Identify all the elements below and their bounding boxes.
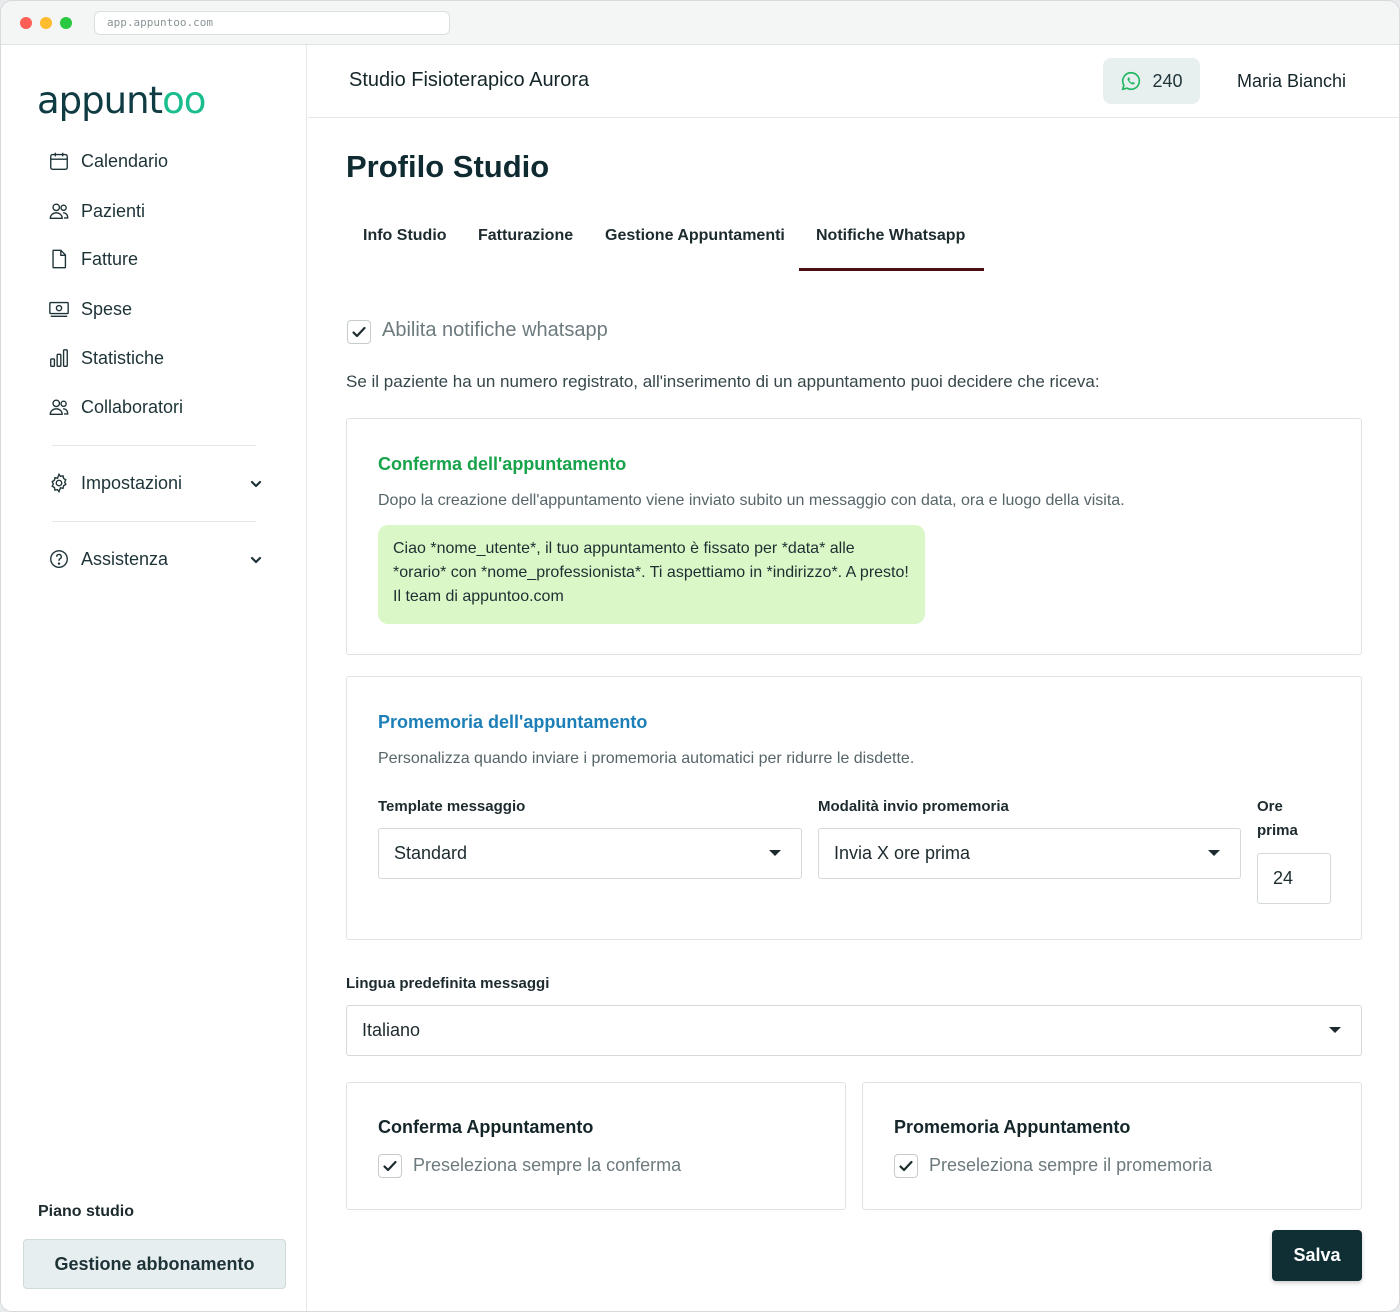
close-window-button[interactable]: [20, 17, 32, 29]
checkmark-icon: [383, 1160, 397, 1172]
sidebar-item-label: Collaboratori: [81, 396, 184, 417]
intro-text: Se il paziente ha un numero registrato, …: [346, 372, 1100, 391]
credits-count: 240: [1152, 70, 1183, 91]
manage-subscription-button[interactable]: Gestione abbonamento: [23, 1239, 286, 1289]
calendar-icon: [50, 152, 68, 170]
logo-text: appunt: [37, 79, 163, 122]
help-circle-icon: [50, 550, 68, 568]
save-button[interactable]: Salva: [1272, 1230, 1362, 1281]
sidebar-item-pazienti[interactable]: Pazienti: [48, 196, 145, 226]
template-select[interactable]: Standard: [378, 828, 802, 879]
caret-down-icon: [1208, 850, 1220, 856]
sidebar-item-fatture[interactable]: Fatture: [48, 244, 138, 274]
enable-whatsapp-checkbox[interactable]: [347, 320, 371, 344]
whatsapp-icon: [1122, 71, 1141, 91]
caret-down-icon: [769, 850, 781, 856]
confirm-default-card: Conferma Appuntamento Preseleziona sempr…: [346, 1082, 846, 1210]
document-icon: [52, 249, 67, 269]
template-select-value: Standard: [394, 843, 468, 863]
users-icon: [49, 399, 69, 416]
tab-fatturazione[interactable]: Fatturazione: [478, 227, 573, 247]
language-select-value: Italiano: [362, 1020, 421, 1040]
sidebar-item-spese[interactable]: Spese: [48, 294, 132, 324]
sidebar-divider: [52, 445, 256, 446]
sidebar-item-label: Spese: [81, 298, 133, 319]
confirmation-card: Conferma dell'appuntamento Dopo la creaz…: [346, 418, 1362, 655]
bar-chart-icon: [50, 349, 68, 367]
user-menu[interactable]: Maria Bianchi: [1237, 71, 1346, 92]
cash-icon: [49, 301, 69, 318]
page-title: Profilo Studio: [346, 149, 550, 184]
preselect-reminder-label[interactable]: Preseleziona sempre il promemoria: [929, 1155, 1212, 1176]
sidebar-item-label: Calendario: [81, 150, 169, 171]
checkmark-icon: [352, 326, 366, 338]
hours-before-label-line2: prima: [1257, 822, 1298, 839]
top-header: Studio Fisioterapico Aurora 240 Maria Bi…: [308, 45, 1399, 118]
reminder-default-card: Promemoria Appuntamento Preseleziona sem…: [862, 1082, 1362, 1210]
maximize-window-button[interactable]: [60, 17, 72, 29]
address-bar[interactable]: app.appuntoo.com: [94, 11, 450, 35]
sidebar-item-label: Statistiche: [81, 347, 165, 368]
sidebar-item-impostazioni[interactable]: Impostazioni: [48, 468, 182, 498]
reminder-mode-select[interactable]: Invia X ore prima: [818, 828, 1241, 879]
caret-down-icon: [1329, 1027, 1341, 1033]
active-tab-indicator: [799, 268, 984, 271]
logo-accent: oo: [162, 79, 206, 122]
browser-titlebar: app.appuntoo.com: [1, 1, 1399, 45]
sidebar-divider: [52, 521, 256, 522]
tab-gestione-appuntamenti[interactable]: Gestione Appuntamenti: [605, 227, 785, 247]
sidebar-item-calendario[interactable]: Calendario: [48, 146, 168, 176]
confirmation-message-preview: Ciao *nome_utente*, il tuo appuntamento …: [378, 525, 925, 624]
preselect-confirm-label[interactable]: Preseleziona sempre la conferma: [413, 1155, 681, 1176]
template-label: Template messaggio: [378, 798, 526, 815]
sidebar-item-statistiche[interactable]: Statistiche: [48, 343, 164, 373]
gear-icon: [51, 472, 67, 494]
reminder-title: Promemoria dell'appuntamento: [378, 712, 648, 732]
app-window: app.appuntoo.com appuntoo Calendario Paz…: [0, 0, 1400, 1312]
sidebar-item-assistenza[interactable]: Assistenza: [48, 544, 168, 574]
chevron-down-icon[interactable]: [249, 553, 263, 567]
preselect-confirm-checkbox[interactable]: [378, 1154, 402, 1178]
reminder-card: Promemoria dell'appuntamento Personalizz…: [346, 676, 1362, 940]
users-icon: [49, 203, 69, 220]
sidebar: appuntoo Calendario Pazienti Fatture Spe…: [1, 45, 307, 1311]
app-logo[interactable]: appuntoo: [37, 79, 206, 122]
confirmation-description: Dopo la creazione dell'appuntamento vien…: [378, 492, 1125, 509]
reminder-mode-label: Modalità invio promemoria: [818, 798, 1009, 815]
plan-label: Piano studio: [38, 1203, 134, 1220]
chevron-down-icon[interactable]: [249, 477, 263, 491]
preselect-reminder-checkbox[interactable]: [894, 1154, 918, 1178]
studio-name: Studio Fisioterapico Aurora: [349, 69, 590, 91]
hours-before-input[interactable]: 24: [1257, 853, 1331, 904]
checkmark-icon: [899, 1160, 913, 1172]
confirmation-title: Conferma dell'appuntamento: [378, 454, 627, 474]
enable-whatsapp-label[interactable]: Abilita notifiche whatsapp: [382, 319, 608, 342]
tab-info-studio[interactable]: Info Studio: [363, 227, 447, 247]
sidebar-item-collaboratori[interactable]: Collaboratori: [48, 392, 183, 422]
reminder-description: Personalizza quando inviare i promemoria…: [378, 750, 915, 767]
reminder-mode-value: Invia X ore prima: [834, 843, 971, 863]
language-label: Lingua predefinita messaggi: [346, 975, 550, 992]
sidebar-item-label: Assistenza: [81, 548, 169, 569]
confirm-default-title: Conferma Appuntamento: [378, 1117, 594, 1137]
sidebar-item-label: Pazienti: [81, 200, 146, 221]
sidebar-item-label: Fatture: [81, 248, 139, 269]
reminder-default-title: Promemoria Appuntamento: [894, 1117, 1131, 1137]
whatsapp-credits-badge[interactable]: 240: [1103, 58, 1200, 104]
hours-before-label-line1: Ore: [1257, 798, 1283, 815]
minimize-window-button[interactable]: [40, 17, 52, 29]
language-select[interactable]: Italiano: [346, 1005, 1362, 1056]
sidebar-item-label: Impostazioni: [81, 472, 183, 493]
tab-notifiche-whatsapp[interactable]: Notifiche Whatsapp: [816, 227, 965, 247]
